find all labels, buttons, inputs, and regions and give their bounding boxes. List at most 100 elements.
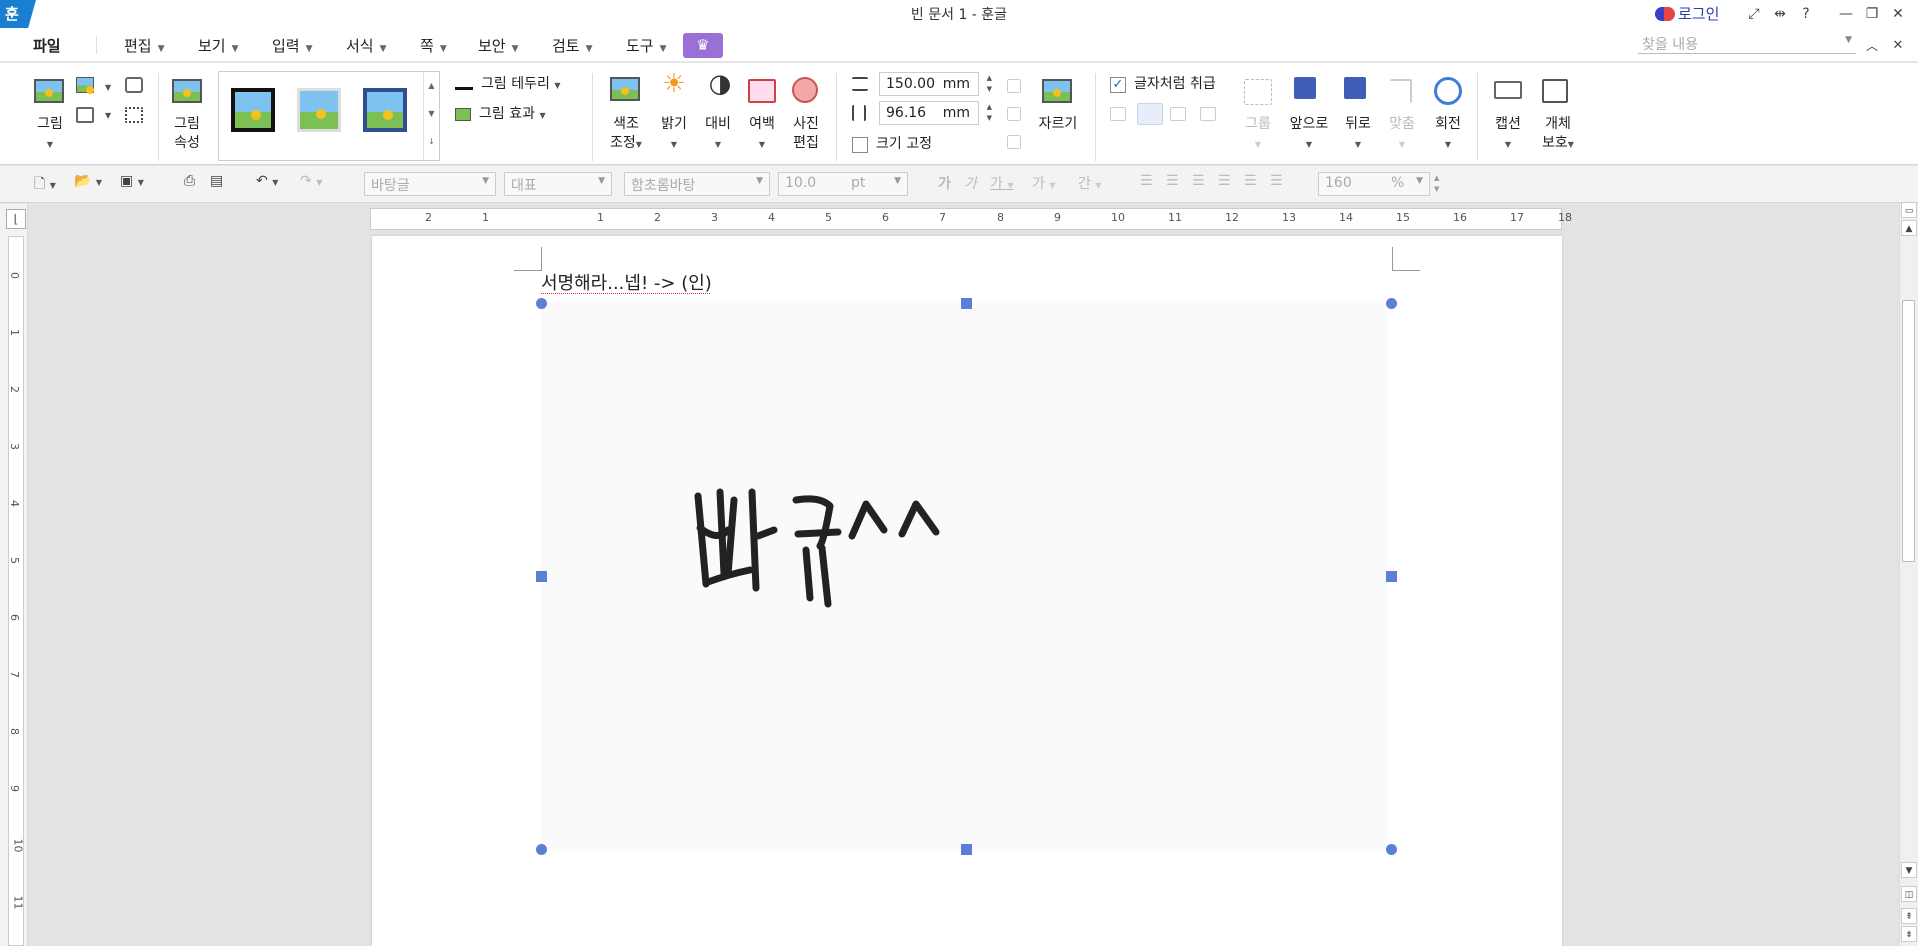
color-adjust-button[interactable]: 색조 조정▼	[604, 115, 648, 154]
close-icon[interactable]: ✕	[1888, 4, 1908, 24]
same-height-icon[interactable]	[1007, 107, 1021, 121]
minimize-icon[interactable]: —	[1836, 4, 1856, 24]
bold-icon[interactable]: 가	[938, 173, 951, 197]
redo-icon[interactable]: ↷ ▼	[300, 173, 322, 197]
login-button[interactable]: 로그인	[1655, 3, 1719, 24]
wrap-behind-icon[interactable]	[1170, 107, 1186, 121]
split-view-button[interactable]: ▭	[1901, 202, 1917, 218]
style-thumb-white-border[interactable]	[297, 88, 341, 132]
menu-edit[interactable]: 편집 ▼	[124, 35, 165, 56]
same-width-icon[interactable]	[1007, 79, 1021, 93]
resize-handle-e[interactable]	[1386, 571, 1397, 582]
menu-tools[interactable]: 도구 ▼	[626, 35, 667, 56]
picture-style-gallery[interactable]: ▲ ▼ ↓	[218, 71, 440, 161]
select-area-icon[interactable]	[125, 107, 143, 123]
collapse-ribbon-icon[interactable]: ︿	[1862, 36, 1882, 56]
strike-icon[interactable]: 가 ▼	[1032, 173, 1056, 197]
restore-icon[interactable]: ❐	[1862, 4, 1882, 24]
resize-handle-n[interactable]	[961, 298, 972, 309]
contrast-button[interactable]: 대비 ▼	[698, 115, 738, 154]
tab-type-button[interactable]: ⌊	[6, 209, 26, 229]
language-combo[interactable]: 대표 ▼	[504, 172, 612, 196]
document-text[interactable]: 서명해라...넵! -> (인)	[541, 269, 712, 295]
open-icon[interactable]: 📂 ▼	[74, 173, 102, 197]
wrap-square-icon[interactable]	[1110, 107, 1126, 121]
resize-handle-w[interactable]	[536, 571, 547, 582]
wrap-topbottom-icon[interactable]	[1137, 103, 1163, 125]
page-view-button[interactable]: ◫	[1901, 886, 1917, 902]
menu-page[interactable]: 쪽 ▼	[420, 35, 447, 56]
align-center-icon[interactable]: ☰	[1192, 173, 1205, 197]
resize-handle-s[interactable]	[961, 844, 972, 855]
bring-front-button[interactable]: 앞으로 ▼	[1284, 115, 1334, 154]
preview-icon[interactable]: ▤	[210, 173, 223, 197]
wrap-front-icon[interactable]	[1200, 107, 1216, 121]
group-button[interactable]: 그룹 ▼	[1238, 115, 1278, 154]
resize-handle-nw[interactable]	[536, 298, 547, 309]
reset-picture-icon[interactable]	[125, 77, 143, 93]
search-input[interactable]: 찾을 내용 ▼	[1638, 32, 1856, 54]
font-size-combo[interactable]: 10.0 pt ▼	[778, 172, 908, 196]
align-right-icon[interactable]: ☰	[1218, 173, 1231, 197]
italic-icon[interactable]: 가	[964, 173, 977, 197]
dropdown-icon[interactable]: ▼	[105, 111, 111, 120]
new-doc-icon[interactable]: 🗋 ▼	[34, 173, 56, 197]
horizontal-ruler[interactable]: 2 1 1 2 3 4 5 6 7 8 9 10 11 12 13 14 15 16 17 18	[370, 208, 1572, 230]
align-justify-icon[interactable]: ☰	[1140, 173, 1153, 197]
fullscreen-icon[interactable]: ⤢	[1744, 4, 1764, 24]
height-field[interactable]: 96.16 mm ▲ ▼	[879, 101, 992, 125]
rotate-button[interactable]: 회전 ▼	[1428, 115, 1468, 154]
scroll-down-button[interactable]: ▼	[1901, 862, 1917, 878]
picture-effect-button[interactable]: 그림 효과 ▼	[455, 105, 546, 125]
brightness-button[interactable]: 밝기 ▼	[654, 115, 694, 154]
style-combo[interactable]: 바탕글 ▼	[364, 172, 496, 196]
close-doc-icon[interactable]: ✕	[1888, 36, 1908, 56]
gallery-scroll[interactable]: ▲ ▼ ↓	[423, 72, 439, 160]
layout-icon[interactable]: ⇹	[1770, 4, 1790, 24]
vertical-ruler[interactable]: 0 1 2 3 4 5 6 7 8 9 10 11	[8, 236, 25, 946]
protect-object-button[interactable]: 개체 보호▼	[1536, 115, 1580, 154]
dropdown-icon[interactable]: ▼	[105, 83, 111, 92]
picture-button[interactable]: 그림 ▼	[30, 115, 70, 154]
align-divide-icon[interactable]: ☰	[1270, 173, 1283, 197]
undo-icon[interactable]: ↶ ▼	[256, 173, 278, 197]
same-size-icon[interactable]	[1007, 135, 1021, 149]
width-field[interactable]: 150.00 mm ▲ ▼	[879, 72, 992, 96]
menu-review[interactable]: 검토 ▼	[552, 35, 593, 56]
align-button[interactable]: 맞춤 ▼	[1382, 115, 1422, 154]
treat-as-char-checkbox[interactable]: ✓	[1110, 77, 1126, 93]
font-combo[interactable]: 함초롬바탕 ▼	[624, 172, 770, 196]
resize-handle-sw[interactable]	[536, 844, 547, 855]
underline-icon[interactable]: 가 ▼	[990, 173, 1014, 197]
margin-button[interactable]: 여백 ▼	[742, 115, 782, 154]
menu-security[interactable]: 보안 ▼	[478, 35, 519, 56]
addon-tab-button[interactable]: ♛	[683, 33, 723, 58]
change-picture-icon[interactable]	[76, 77, 94, 94]
next-page-button[interactable]: ⇟	[1901, 926, 1917, 942]
help-icon[interactable]: ?	[1796, 4, 1816, 24]
send-back-button[interactable]: 뒤로 ▼	[1338, 115, 1378, 154]
photo-edit-button[interactable]: 사진 편집	[786, 115, 826, 153]
save-icon[interactable]: ▣ ▼	[120, 173, 144, 197]
font-color-icon[interactable]: 간 ▼	[1078, 173, 1102, 197]
menu-file[interactable]: 파일	[33, 35, 61, 56]
print-icon[interactable]: ⎙	[184, 173, 195, 197]
style-thumb-blue-border[interactable]	[363, 88, 407, 132]
picture-border-button[interactable]: 그림 테두리 ▼	[455, 75, 560, 95]
caption-button[interactable]: 캡션 ▼	[1488, 115, 1528, 154]
picture-properties-button[interactable]: 그림 속성	[166, 115, 208, 153]
align-left-icon[interactable]: ☰	[1166, 173, 1179, 197]
style-thumb-black-border[interactable]	[231, 88, 275, 132]
menu-insert[interactable]: 입력 ▼	[272, 35, 313, 56]
resize-handle-se[interactable]	[1386, 844, 1397, 855]
prev-page-button[interactable]: ⇞	[1901, 908, 1917, 924]
menu-format[interactable]: 서식 ▼	[346, 35, 387, 56]
scroll-up-button[interactable]: ▲	[1901, 220, 1917, 236]
size-fix-checkbox[interactable]	[852, 137, 868, 153]
crop-button[interactable]: 자르기	[1034, 115, 1082, 134]
scroll-thumb[interactable]	[1902, 300, 1915, 562]
resize-handle-ne[interactable]	[1386, 298, 1397, 309]
zoom-spin[interactable]: ▲ ▼	[1434, 173, 1439, 197]
zoom-combo[interactable]: 160% ▼	[1318, 172, 1430, 196]
save-picture-icon[interactable]	[76, 107, 94, 123]
